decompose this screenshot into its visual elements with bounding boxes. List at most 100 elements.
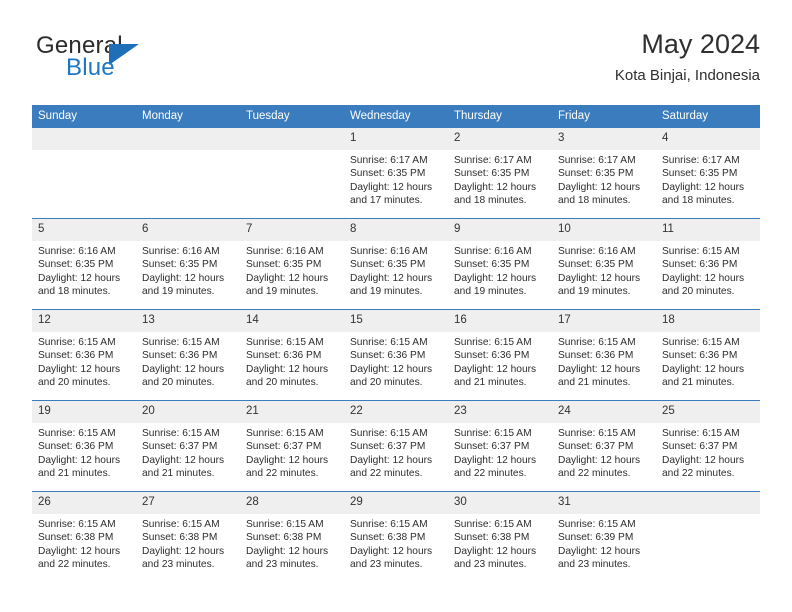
weekday-header-friday: Friday <box>552 105 656 128</box>
calendar-day-cell[interactable] <box>32 128 136 219</box>
calendar-page: General Blue May 2024 Kota Binjai, Indon… <box>0 0 792 612</box>
day-number: 17 <box>552 310 656 332</box>
calendar-day-cell[interactable]: 31 Sunrise: 6:15 AM Sunset: 6:39 PM Dayl… <box>552 491 656 582</box>
day-details: Sunrise: 6:15 AM Sunset: 6:37 PM Dayligh… <box>448 423 552 481</box>
calendar-day-cell[interactable]: 13 Sunrise: 6:15 AM Sunset: 6:36 PM Dayl… <box>136 309 240 401</box>
calendar-day-cell[interactable]: 24 Sunrise: 6:15 AM Sunset: 6:37 PM Dayl… <box>552 400 656 492</box>
sunrise-text: Sunrise: 6:16 AM <box>350 246 428 257</box>
weekday-header-thursday: Thursday <box>448 105 552 128</box>
day-details: Sunrise: 6:15 AM Sunset: 6:37 PM Dayligh… <box>344 423 448 481</box>
calendar-day-cell[interactable] <box>136 128 240 219</box>
sunset-text: Sunset: 6:36 PM <box>38 441 114 453</box>
sunset-text: Sunset: 6:36 PM <box>558 350 634 362</box>
calendar-day-cell[interactable]: 21 Sunrise: 6:15 AM Sunset: 6:37 PM Dayl… <box>240 400 344 492</box>
calendar-day-cell[interactable]: 11 Sunrise: 6:15 AM Sunset: 6:36 PM Dayl… <box>656 218 760 310</box>
day-number: 7 <box>240 219 344 241</box>
calendar-day-cell[interactable]: 8 Sunrise: 6:16 AM Sunset: 6:35 PM Dayli… <box>344 218 448 310</box>
day-details <box>32 150 136 154</box>
day-details: Sunrise: 6:15 AM Sunset: 6:36 PM Dayligh… <box>552 332 656 390</box>
day-number <box>240 128 344 150</box>
daylight-text: Daylight: 12 hours and 23 minutes. <box>454 545 537 571</box>
sunset-text: Sunset: 6:37 PM <box>558 441 634 453</box>
day-details: Sunrise: 6:15 AM Sunset: 6:36 PM Dayligh… <box>136 332 240 390</box>
calendar-week-row: 26 Sunrise: 6:15 AM Sunset: 6:38 PM Dayl… <box>32 491 760 582</box>
calendar-day-cell[interactable]: 23 Sunrise: 6:15 AM Sunset: 6:37 PM Dayl… <box>448 400 552 492</box>
sunset-text: Sunset: 6:37 PM <box>454 441 530 453</box>
day-details: Sunrise: 6:16 AM Sunset: 6:35 PM Dayligh… <box>32 241 136 299</box>
calendar-week-row: 5 Sunrise: 6:16 AM Sunset: 6:35 PM Dayli… <box>32 218 760 310</box>
calendar-day-cell[interactable]: 20 Sunrise: 6:15 AM Sunset: 6:37 PM Dayl… <box>136 400 240 492</box>
day-details <box>136 150 240 154</box>
day-number: 23 <box>448 401 552 423</box>
sunrise-text: Sunrise: 6:17 AM <box>454 155 532 166</box>
calendar-day-cell[interactable] <box>656 491 760 582</box>
calendar-day-cell[interactable]: 14 Sunrise: 6:15 AM Sunset: 6:36 PM Dayl… <box>240 309 344 401</box>
calendar-day-cell[interactable]: 22 Sunrise: 6:15 AM Sunset: 6:37 PM Dayl… <box>344 400 448 492</box>
daylight-text: Daylight: 12 hours and 23 minutes. <box>558 545 641 571</box>
day-number: 29 <box>344 492 448 514</box>
day-number: 9 <box>448 219 552 241</box>
day-details: Sunrise: 6:15 AM Sunset: 6:38 PM Dayligh… <box>136 514 240 572</box>
sunrise-text: Sunrise: 6:15 AM <box>350 519 428 530</box>
weekday-header-monday: Monday <box>136 105 240 128</box>
calendar-day-cell[interactable] <box>240 128 344 219</box>
calendar-day-cell[interactable]: 19 Sunrise: 6:15 AM Sunset: 6:36 PM Dayl… <box>32 400 136 492</box>
day-details: Sunrise: 6:15 AM Sunset: 6:36 PM Dayligh… <box>32 423 136 481</box>
daylight-text: Daylight: 12 hours and 21 minutes. <box>38 454 121 480</box>
day-number: 15 <box>344 310 448 332</box>
sunrise-text: Sunrise: 6:15 AM <box>454 337 532 348</box>
page-subtitle: Kota Binjai, Indonesia <box>614 67 760 84</box>
day-number <box>32 128 136 150</box>
calendar-day-cell[interactable]: 27 Sunrise: 6:15 AM Sunset: 6:38 PM Dayl… <box>136 491 240 582</box>
calendar-day-cell[interactable]: 17 Sunrise: 6:15 AM Sunset: 6:36 PM Dayl… <box>552 309 656 401</box>
calendar-day-cell[interactable]: 18 Sunrise: 6:15 AM Sunset: 6:36 PM Dayl… <box>656 309 760 401</box>
day-details: Sunrise: 6:17 AM Sunset: 6:35 PM Dayligh… <box>656 150 760 208</box>
daylight-text: Daylight: 12 hours and 18 minutes. <box>662 181 745 207</box>
day-number <box>656 492 760 514</box>
day-number: 11 <box>656 219 760 241</box>
day-number: 10 <box>552 219 656 241</box>
calendar-day-cell[interactable]: 2 Sunrise: 6:17 AM Sunset: 6:35 PM Dayli… <box>448 128 552 219</box>
daylight-text: Daylight: 12 hours and 21 minutes. <box>662 363 745 389</box>
day-details: Sunrise: 6:16 AM Sunset: 6:35 PM Dayligh… <box>344 241 448 299</box>
sunrise-text: Sunrise: 6:15 AM <box>558 337 636 348</box>
calendar-table: Sunday Monday Tuesday Wednesday Thursday… <box>32 105 760 582</box>
calendar-day-cell[interactable]: 30 Sunrise: 6:15 AM Sunset: 6:38 PM Dayl… <box>448 491 552 582</box>
calendar-day-cell[interactable]: 6 Sunrise: 6:16 AM Sunset: 6:35 PM Dayli… <box>136 218 240 310</box>
calendar-header-row: Sunday Monday Tuesday Wednesday Thursday… <box>32 105 760 128</box>
day-number: 20 <box>136 401 240 423</box>
daylight-text: Daylight: 12 hours and 20 minutes. <box>38 363 121 389</box>
day-details: Sunrise: 6:15 AM Sunset: 6:38 PM Dayligh… <box>344 514 448 572</box>
day-details: Sunrise: 6:16 AM Sunset: 6:35 PM Dayligh… <box>136 241 240 299</box>
calendar-week-row: 12 Sunrise: 6:15 AM Sunset: 6:36 PM Dayl… <box>32 309 760 401</box>
daylight-text: Daylight: 12 hours and 18 minutes. <box>558 181 641 207</box>
sunset-text: Sunset: 6:39 PM <box>558 532 634 544</box>
calendar-day-cell[interactable]: 4 Sunrise: 6:17 AM Sunset: 6:35 PM Dayli… <box>656 128 760 219</box>
day-number: 12 <box>32 310 136 332</box>
calendar-day-cell[interactable]: 9 Sunrise: 6:16 AM Sunset: 6:35 PM Dayli… <box>448 218 552 310</box>
sunrise-text: Sunrise: 6:15 AM <box>662 428 740 439</box>
calendar-day-cell[interactable]: 12 Sunrise: 6:15 AM Sunset: 6:36 PM Dayl… <box>32 309 136 401</box>
day-number: 2 <box>448 128 552 150</box>
daylight-text: Daylight: 12 hours and 17 minutes. <box>350 181 433 207</box>
day-number: 24 <box>552 401 656 423</box>
daylight-text: Daylight: 12 hours and 21 minutes. <box>142 454 225 480</box>
calendar-day-cell[interactable]: 15 Sunrise: 6:15 AM Sunset: 6:36 PM Dayl… <box>344 309 448 401</box>
calendar-day-cell[interactable]: 25 Sunrise: 6:15 AM Sunset: 6:37 PM Dayl… <box>656 400 760 492</box>
daylight-text: Daylight: 12 hours and 23 minutes. <box>246 545 329 571</box>
calendar-day-cell[interactable]: 3 Sunrise: 6:17 AM Sunset: 6:35 PM Dayli… <box>552 128 656 219</box>
calendar-day-cell[interactable]: 7 Sunrise: 6:16 AM Sunset: 6:35 PM Dayli… <box>240 218 344 310</box>
calendar-day-cell[interactable]: 29 Sunrise: 6:15 AM Sunset: 6:38 PM Dayl… <box>344 491 448 582</box>
calendar-day-cell[interactable]: 16 Sunrise: 6:15 AM Sunset: 6:36 PM Dayl… <box>448 309 552 401</box>
weekday-header-tuesday: Tuesday <box>240 105 344 128</box>
calendar-day-cell[interactable]: 5 Sunrise: 6:16 AM Sunset: 6:35 PM Dayli… <box>32 218 136 310</box>
calendar-day-cell[interactable]: 26 Sunrise: 6:15 AM Sunset: 6:38 PM Dayl… <box>32 491 136 582</box>
calendar-day-cell[interactable]: 28 Sunrise: 6:15 AM Sunset: 6:38 PM Dayl… <box>240 491 344 582</box>
day-details: Sunrise: 6:15 AM Sunset: 6:36 PM Dayligh… <box>32 332 136 390</box>
day-details: Sunrise: 6:16 AM Sunset: 6:35 PM Dayligh… <box>448 241 552 299</box>
sunset-text: Sunset: 6:38 PM <box>38 532 114 544</box>
calendar-day-cell[interactable]: 1 Sunrise: 6:17 AM Sunset: 6:35 PM Dayli… <box>344 128 448 219</box>
sunrise-text: Sunrise: 6:15 AM <box>454 428 532 439</box>
general-blue-logo[interactable]: General Blue <box>36 32 246 90</box>
calendar-day-cell[interactable]: 10 Sunrise: 6:16 AM Sunset: 6:35 PM Dayl… <box>552 218 656 310</box>
